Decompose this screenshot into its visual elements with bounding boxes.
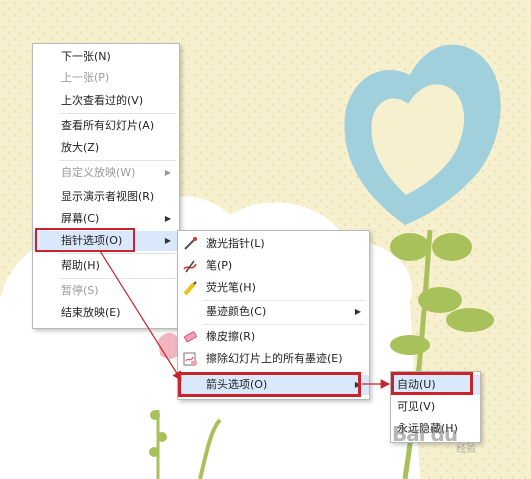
menu-item-last-viewed[interactable]: 上次查看过的(V) xyxy=(33,91,179,111)
menu-item-eraser[interactable]: 橡皮擦(R) xyxy=(178,327,369,347)
menu-item-label: 屏幕(C) xyxy=(61,212,100,225)
menu-item-label: 墨迹颜色(C) xyxy=(206,305,267,318)
menu-item-pause[interactable]: 暂停(S) xyxy=(33,281,179,301)
pen-icon xyxy=(183,260,197,273)
menu-item-label: 上一张(P) xyxy=(61,71,110,84)
menu-item-label: 帮助(H) xyxy=(61,259,100,272)
menu-item-help[interactable]: 帮助(H) xyxy=(33,256,179,276)
highlighter-icon xyxy=(183,281,197,296)
menu-item-highlighter[interactable]: 荧光笔(H) xyxy=(178,278,369,298)
menu-separator xyxy=(204,324,366,325)
erase-all-ink-icon xyxy=(183,352,197,366)
menu-item-label: 暂停(S) xyxy=(61,284,99,297)
annotation-box-arrow-options xyxy=(178,372,361,397)
menu-item-next[interactable]: 下一张(N) xyxy=(33,47,179,67)
menu-item-pen[interactable]: 笔(P) xyxy=(178,256,369,276)
menu-item-ink-color[interactable]: 墨迹颜色(C) ▶ xyxy=(178,302,369,322)
submenu-arrow-icon: ▶ xyxy=(164,236,171,245)
menu-item-label: 上次查看过的(V) xyxy=(61,94,144,107)
menu-item-label: 激光指针(L) xyxy=(206,237,265,250)
menu-separator xyxy=(59,278,176,279)
menu-separator xyxy=(59,160,176,161)
menu-item-label: 自定义放映(W) xyxy=(61,166,136,179)
menu-item-label: 擦除幻灯片上的所有墨迹(E) xyxy=(206,352,343,365)
menu-item-visible[interactable]: 可见(V) xyxy=(391,397,480,417)
annotation-box-pointer-options xyxy=(35,228,135,252)
menu-item-label: 结束放映(E) xyxy=(61,306,121,319)
menu-item-custom-show[interactable]: 自定义放映(W) ▶ xyxy=(33,163,179,183)
menu-separator xyxy=(59,113,176,114)
submenu-arrow-icon: ▶ xyxy=(164,168,171,177)
menu-item-laser-pointer[interactable]: 激光指针(L) xyxy=(178,234,369,254)
menu-item-label: 显示演示者视图(R) xyxy=(61,190,155,203)
submenu-arrow-icon: ▶ xyxy=(164,214,171,223)
menu-item-erase-all-ink[interactable]: 擦除幻灯片上的所有墨迹(E) xyxy=(178,349,369,369)
menu-item-label: 下一张(N) xyxy=(61,50,111,63)
watermark: Bai du xyxy=(392,422,458,446)
menu-separator xyxy=(204,300,366,301)
menu-item-zoom-in[interactable]: 放大(Z) xyxy=(33,138,179,158)
eraser-icon xyxy=(184,331,197,343)
submenu-arrow-icon: ▶ xyxy=(354,307,361,316)
menu-item-previous[interactable]: 上一张(P) xyxy=(33,68,179,88)
menu-item-label: 笔(P) xyxy=(206,259,233,272)
menu-item-label: 橡皮擦(R) xyxy=(206,330,256,343)
menu-item-presenter-view[interactable]: 显示演示者视图(R) xyxy=(33,187,179,207)
menu-item-label: 放大(Z) xyxy=(61,141,100,154)
menu-item-label: 查看所有幻灯片(A) xyxy=(61,119,155,132)
watermark-sub: 经验 xyxy=(456,444,476,455)
laser-pointer-icon xyxy=(184,237,197,250)
menu-item-see-all-slides[interactable]: 查看所有幻灯片(A) xyxy=(33,116,179,136)
menu-separator xyxy=(59,253,176,254)
menu-item-label: 荧光笔(H) xyxy=(206,281,256,294)
menu-item-screen[interactable]: 屏幕(C) ▶ xyxy=(33,209,179,229)
slideshow-context-menu: 下一张(N) 上一张(P) 上次查看过的(V) 查看所有幻灯片(A) 放大(Z)… xyxy=(32,43,180,329)
annotation-box-auto xyxy=(391,372,473,395)
menu-item-end-show[interactable]: 结束放映(E) xyxy=(33,303,179,323)
menu-item-label: 可见(V) xyxy=(397,400,436,413)
